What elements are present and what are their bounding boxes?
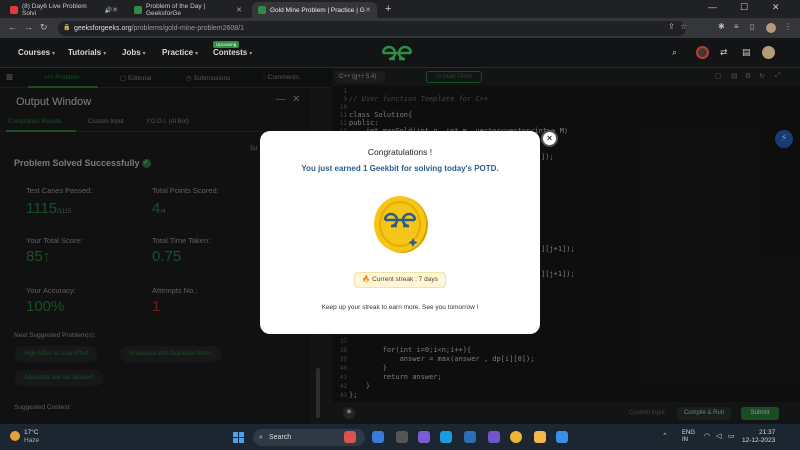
profile-avatar[interactable] — [766, 23, 776, 33]
nav-practice[interactable]: Practice ▾ — [162, 48, 198, 57]
app-icon[interactable] — [488, 431, 500, 443]
nav-courses[interactable]: Courses ▾ — [18, 48, 55, 57]
streak-badge: 🔥 Current streak : 7 days — [354, 272, 446, 288]
tray-chevron-icon[interactable]: ⌃ — [662, 432, 668, 440]
congrats-modal: Congratulations ! You just earned 1 Geek… — [260, 131, 540, 334]
modal-subtitle: You just earned 1 Geekbit for solving to… — [301, 164, 499, 173]
windows-taskbar: 17°C Haze ⌕ Search ⌃ ENG IN ◠ ◁ ▭ 21:37 12… — [0, 424, 800, 450]
modal-footer-text: Keep up your streak to earn more. See yo… — [321, 304, 479, 311]
close-window-icon[interactable]: ✕ — [772, 2, 780, 13]
weather-widget[interactable]: 17°C Haze — [10, 429, 39, 445]
bookmark-star-icon[interactable]: ☆ — [680, 22, 687, 31]
address-bar: ← → ↻ 🔒 geeksforgeeks.org/problems/gold-… — [0, 18, 800, 38]
extensions-icon[interactable]: ✱ — [718, 22, 725, 31]
browser-tab-strip: (8) Day6 Live Problem Solvi 🔊 ✕ Problem … — [0, 0, 800, 18]
maximize-icon[interactable]: ☐ — [740, 2, 748, 13]
taskbar-clock[interactable]: 21:37 12-12-2023 — [742, 429, 775, 445]
user-avatar[interactable] — [762, 46, 775, 59]
browser-tab-youtube[interactable]: (8) Day6 Live Problem Solvi 🔊 ✕ — [4, 2, 124, 18]
sidepanel-icon[interactable]: ▯ — [750, 22, 754, 31]
bookmarks-icon[interactable]: ▤ — [742, 47, 751, 58]
site-navbar: Courses ▾ Tutorials ▾ Jobs ▾ Practice ▾ Upco… — [0, 38, 800, 68]
store-icon[interactable] — [464, 431, 476, 443]
file-explorer-icon[interactable] — [534, 431, 546, 443]
volume-icon[interactable]: ◁ — [716, 432, 721, 440]
edge-icon[interactable] — [440, 431, 452, 443]
speaker-icon: 🔊 — [104, 7, 113, 14]
gfg-favicon-icon — [134, 6, 142, 14]
new-tab-icon[interactable]: + — [385, 3, 391, 15]
youtube-icon — [10, 6, 18, 14]
url-field[interactable]: 🔒 geeksforgeeks.org/problems/gold-mine-p… — [58, 21, 686, 36]
teams-icon[interactable] — [418, 431, 430, 443]
file-app-icon[interactable] — [396, 431, 408, 443]
close-modal-button[interactable]: × — [541, 130, 558, 147]
battery-icon[interactable]: ▭ — [728, 432, 735, 440]
chrome-icon[interactable] — [510, 431, 522, 443]
menu-icon[interactable]: ⋮ — [784, 22, 792, 31]
forward-icon[interactable]: → — [24, 22, 33, 32]
search-icon: ⌕ — [259, 434, 263, 441]
geekbit-coin-icon — [374, 196, 428, 253]
gfg-favicon-icon — [258, 6, 266, 14]
weather-icon — [10, 431, 20, 441]
photos-icon[interactable] — [556, 431, 568, 443]
media-icon[interactable]: ≡ — [734, 22, 739, 31]
browser-tab-potd[interactable]: Problem of the Day | GeeksforGe ✕ — [128, 2, 248, 18]
modal-title: Congratulations ! — [367, 147, 433, 157]
nav-contests[interactable]: Contests ▾ — [213, 48, 252, 57]
share-icon[interactable]: ⇪ — [668, 22, 675, 31]
close-tab-icon[interactable]: ✕ — [236, 6, 242, 14]
close-tab-icon[interactable]: ✕ — [112, 6, 118, 14]
browser-tab-gold-mine[interactable]: Gold Mine Problem | Practice | G ✕ — [252, 2, 377, 18]
close-tab-icon[interactable]: ✕ — [365, 6, 371, 14]
news-widget-icon[interactable] — [344, 431, 356, 443]
streak-ring-icon[interactable] — [696, 46, 709, 59]
nav-tutorials[interactable]: Tutorials ▾ — [68, 48, 106, 57]
minimize-icon[interactable]: — — [708, 2, 717, 12]
search-icon[interactable]: ⌕ — [672, 47, 677, 58]
reload-icon[interactable]: ↻ — [40, 22, 48, 33]
back-icon[interactable]: ← — [8, 22, 17, 32]
nav-jobs[interactable]: Jobs ▾ — [122, 48, 146, 57]
language-indicator[interactable]: ENG IN — [682, 430, 695, 444]
translate-icon[interactable]: ⇄ — [720, 47, 728, 58]
lock-icon: 🔒 — [63, 25, 71, 31]
fire-icon: 🔥 — [362, 276, 371, 283]
task-view-icon[interactable] — [372, 431, 384, 443]
upcoming-badge: Upcoming — [213, 41, 240, 48]
gfg-logo-icon[interactable] — [380, 44, 414, 62]
wifi-icon[interactable]: ◠ — [704, 432, 710, 440]
windows-start-icon[interactable] — [233, 432, 244, 443]
